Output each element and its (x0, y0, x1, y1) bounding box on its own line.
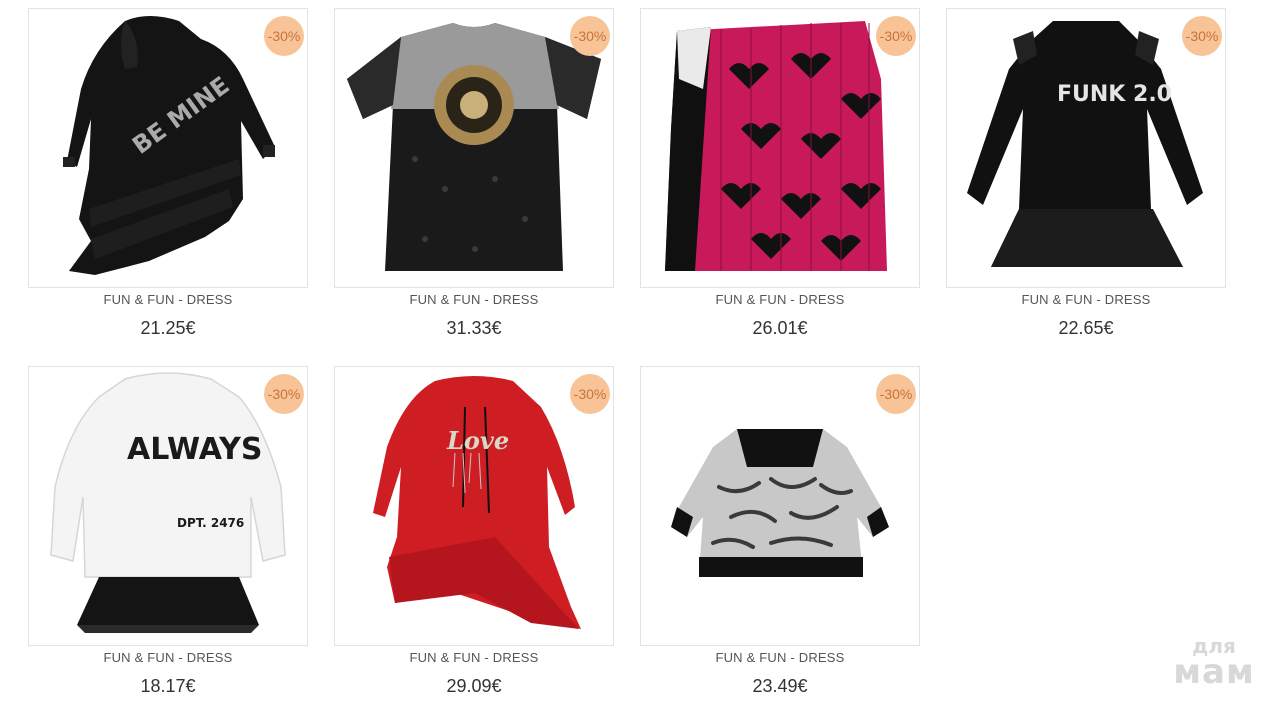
product-name[interactable]: FUN & FUN - DRESS (640, 292, 920, 307)
white-hoodie-tulle-dress-image: ALWAYS DPT. 2476 (50, 372, 286, 633)
print-text: Love (446, 426, 509, 455)
watermark-line2: мам (1173, 652, 1255, 692)
product-price: 18.17€ (140, 676, 196, 696)
discount-badge: -30% (876, 16, 916, 56)
discount-badge: -30% (1182, 16, 1222, 56)
product-card[interactable]: -30% FUN & FUN - DRESS 31.33€ (334, 8, 614, 346)
product-price: 22.65€ (1058, 318, 1114, 338)
watermark-logo: для мам (1166, 636, 1262, 692)
product-price: 21.25€ (140, 318, 196, 338)
product-price: 26.01€ (752, 318, 808, 338)
product-image[interactable]: BE MINE -30% (28, 8, 308, 288)
product-image[interactable]: -30% (640, 8, 920, 288)
product-image[interactable]: -30% (334, 8, 614, 288)
product-grid: BE MINE -30% FUN & FUN - DRESS 21.25€ -3… (0, 0, 1280, 704)
product-image[interactable]: -30% (640, 366, 920, 646)
product-name[interactable]: FUN & FUN - DRESS (28, 292, 308, 307)
pink-heart-pleated-dress-image (665, 21, 887, 271)
discount-badge: -30% (264, 16, 304, 56)
print-subtext: DPT. 2476 (177, 516, 244, 530)
black-ruffle-dress-image: FUNK 2.0 (967, 21, 1203, 267)
product-name[interactable]: FUN & FUN - DRESS (28, 650, 308, 665)
product-name[interactable]: FUN & FUN - DRESS (640, 650, 920, 665)
product-card[interactable]: Love -30% FUN & FUN - DRESS 29.09€ (334, 366, 614, 704)
discount-badge: -30% (876, 374, 916, 414)
product-image[interactable]: Love -30% (334, 366, 614, 646)
product-price: 23.49€ (752, 676, 808, 696)
product-price: 31.33€ (446, 318, 502, 338)
discount-badge: -30% (570, 16, 610, 56)
print-text: FUNK 2.0 (1057, 82, 1172, 107)
discount-badge: -30% (264, 374, 304, 414)
product-image[interactable]: FUNK 2.0 -30% (946, 8, 1226, 288)
red-hoodie-ruffle-dress-image: Love (373, 376, 581, 629)
product-card[interactable]: -30% FUN & FUN - DRESS 26.01€ (640, 8, 920, 346)
product-image[interactable]: ALWAYS DPT. 2476 -30% (28, 366, 308, 646)
product-card[interactable]: FUNK 2.0 -30% FUN & FUN - DRESS 22.65€ (946, 8, 1226, 346)
product-card[interactable]: -30% FUN & FUN - DRESS 23.49€ (640, 366, 920, 704)
zebra-print-dress-image (671, 429, 889, 577)
black-ruffle-hoodie-dress-image: BE MINE (63, 16, 275, 275)
print-text: ALWAYS (127, 432, 262, 467)
product-price: 29.09€ (446, 676, 502, 696)
product-card[interactable]: BE MINE -30% FUN & FUN - DRESS 21.25€ (28, 8, 308, 346)
product-name[interactable]: FUN & FUN - DRESS (946, 292, 1226, 307)
discount-badge: -30% (570, 374, 610, 414)
product-card[interactable]: ALWAYS DPT. 2476 -30% FUN & FUN - DRESS … (28, 366, 308, 704)
black-silver-sequin-dress-image (347, 23, 601, 271)
product-name[interactable]: FUN & FUN - DRESS (334, 292, 614, 307)
product-name[interactable]: FUN & FUN - DRESS (334, 650, 614, 665)
